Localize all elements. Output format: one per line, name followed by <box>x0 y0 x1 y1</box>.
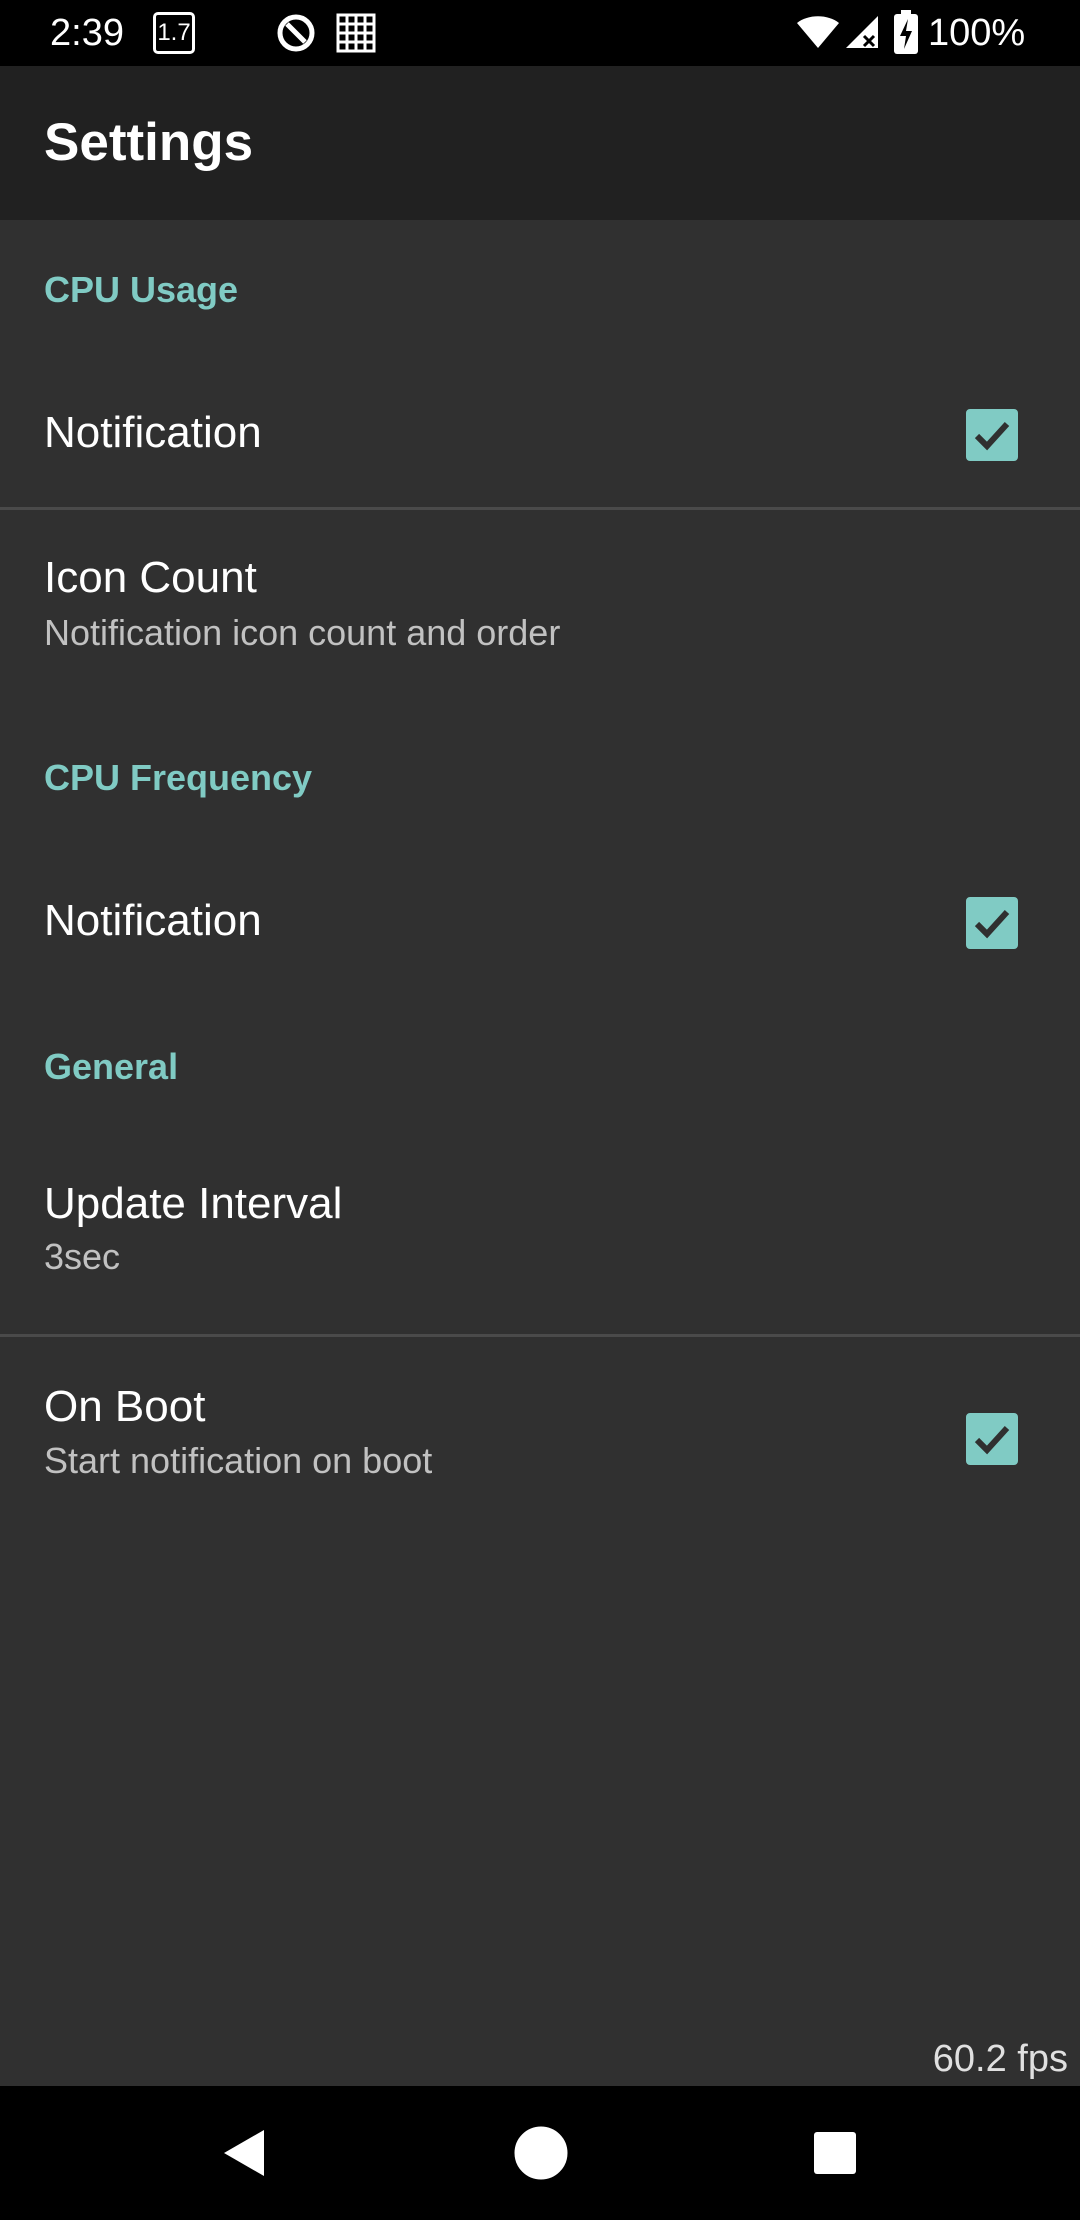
settings-list: CPU Usage Notification Icon Count Notifi… <box>0 220 1080 2086</box>
at-sign-icon <box>276 13 316 53</box>
pref-summary: Start notification on boot <box>44 1440 433 1481</box>
pref-title: Notification <box>44 896 262 945</box>
navigation-bar <box>0 2086 1080 2220</box>
pref-title: Update Interval <box>44 1179 343 1228</box>
status-bar: 2:39 1.7 100% <box>0 0 1080 66</box>
category-general: General <box>44 1046 179 1087</box>
checkbox-on-boot[interactable] <box>966 1413 1018 1465</box>
category-cpu-usage: CPU Usage <box>44 269 239 310</box>
checkbox-cpu-frequency-notification[interactable] <box>966 897 1018 949</box>
category-cpu-frequency: CPU Frequency <box>44 757 313 798</box>
cpu-indicator-icon: 1.7 <box>153 12 195 54</box>
page-title: Settings <box>44 113 254 172</box>
pref-summary: 3sec <box>44 1236 121 1277</box>
pref-title: Icon Count <box>44 553 257 602</box>
back-icon[interactable] <box>220 2126 268 2180</box>
pref-title: Notification <box>44 408 262 457</box>
app-bar: Settings <box>0 66 1080 220</box>
fps-overlay: 60.2 fps <box>932 2038 1068 2080</box>
grid-icon <box>336 13 376 53</box>
pref-summary: Notification icon count and order <box>44 612 561 653</box>
home-icon[interactable] <box>514 2126 568 2180</box>
pref-on-boot[interactable]: On Boot Start notification on boot <box>0 1337 1080 1537</box>
pref-cpu-usage-notification[interactable]: Notification <box>0 357 1080 507</box>
battery-percent: 100% <box>928 12 1026 54</box>
status-time: 2:39 <box>50 12 124 54</box>
pref-icon-count[interactable]: Icon Count Notification icon count and o… <box>0 510 1080 660</box>
pref-cpu-frequency-notification[interactable]: Notification <box>0 845 1080 995</box>
wifi-icon <box>796 14 840 50</box>
checkbox-cpu-usage-notification[interactable] <box>966 409 1018 461</box>
screen: 2:39 1.7 100% Settings CPU Usage Notific… <box>0 0 1080 2220</box>
pref-title: On Boot <box>44 1382 206 1431</box>
pref-update-interval[interactable]: Update Interval 3sec <box>0 1134 1080 1334</box>
battery-charging-icon <box>894 10 918 54</box>
cellular-no-signal-icon <box>844 14 880 50</box>
recents-icon[interactable] <box>812 2130 858 2176</box>
